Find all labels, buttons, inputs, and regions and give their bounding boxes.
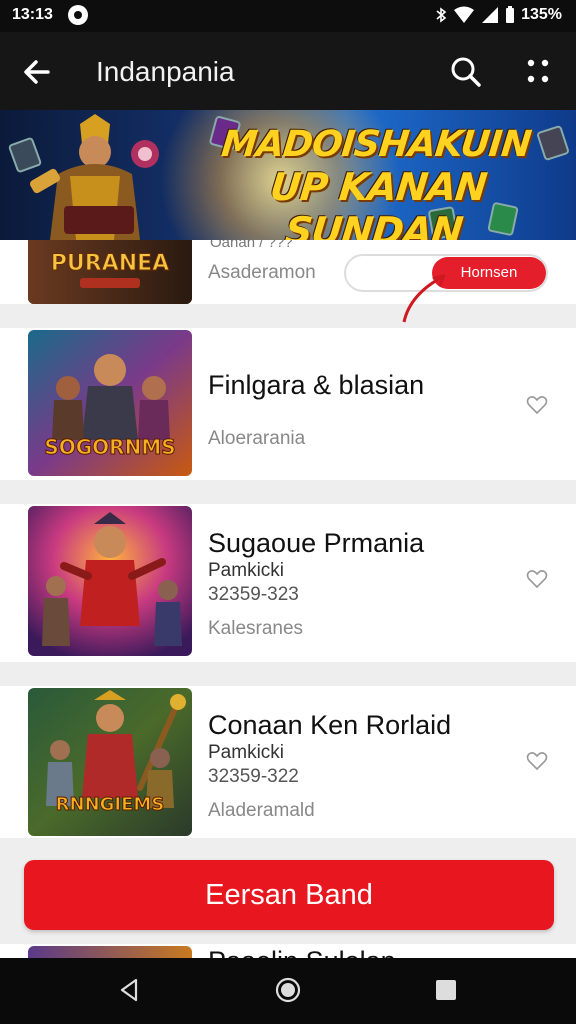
banner-headline: MADOISHAKUIN UP KANAN SUNDAN xyxy=(196,124,556,240)
status-time: 13:13 xyxy=(12,6,53,23)
game-title: Finlgara & blasian xyxy=(208,370,425,400)
game-thumbnail xyxy=(28,506,192,656)
game-thumbnail: PURANEA xyxy=(28,240,192,304)
game-price: 32359-323 xyxy=(208,584,299,605)
search-icon xyxy=(451,57,481,87)
pointer-arrow-icon xyxy=(402,274,446,323)
list-item[interactable]: SOGORNMS Finlgara & blasian Aloerarania xyxy=(0,328,576,480)
list-item[interactable]: PURANEA Oanan / ??? Asaderamon Hornsen xyxy=(0,240,576,323)
game-thumbnail: RNNGIEMS xyxy=(28,688,192,836)
more-vert-icon xyxy=(527,59,549,83)
game-thumbnail xyxy=(28,946,192,958)
list-item[interactable]: Sugaoue Prmania Pamkicki 32359-323 Kales… xyxy=(0,504,576,662)
banner-headline-line1: MADOISHAKUIN xyxy=(219,124,533,165)
game-thumbnail-logo: SOGORNMS xyxy=(44,435,175,459)
game-thumbnail-logo: PURANEA xyxy=(51,251,169,276)
back-button[interactable] xyxy=(18,52,58,92)
more-options-button[interactable] xyxy=(520,52,556,92)
arrow-left-icon xyxy=(24,60,50,84)
nav-back-triangle-icon[interactable] xyxy=(116,976,144,1004)
game-title: Conaan Ken Rorlaid xyxy=(208,710,452,740)
game-status: Asaderamon xyxy=(208,262,316,283)
nav-recent-square-icon[interactable] xyxy=(434,978,458,1002)
game-thumbnail-image: RNNGIEMS xyxy=(28,688,192,836)
game-price: 32359-322 xyxy=(208,766,299,787)
promo-banner[interactable]: MADOISHAKUIN UP KANAN SUNDAN xyxy=(0,110,576,240)
game-thumbnail-image: SOGORNMS xyxy=(28,330,192,476)
game-status: Aloerarania xyxy=(208,428,306,449)
system-nav-bar xyxy=(0,958,576,1024)
game-title: Sugaoue Prmania xyxy=(208,528,425,558)
game-status: Kalesranes xyxy=(208,618,304,639)
banner-hero-illustration xyxy=(29,114,159,240)
game-subtitle: Pamkicki xyxy=(208,560,285,581)
signal-icon xyxy=(482,7,499,23)
wifi-icon xyxy=(454,6,475,23)
search-button[interactable] xyxy=(446,52,486,92)
game-thumbnail-logo: RNNGIEMS xyxy=(56,794,165,815)
game-thumbnail: SOGORNMS xyxy=(28,330,192,476)
notification-icon xyxy=(68,5,88,25)
heart-outline-icon[interactable] xyxy=(526,750,548,772)
heart-outline-icon[interactable] xyxy=(526,394,548,416)
nav-home-circle-icon[interactable] xyxy=(274,976,302,1004)
game-status: Aladeramald xyxy=(208,800,315,821)
banner-headline-line2: UP KANAN SUNDAN xyxy=(268,165,489,240)
game-thumbnail-image: PURANEA xyxy=(28,240,192,304)
list-item[interactable]: Paaelin Sulelan xyxy=(0,944,576,958)
game-price: Oanan / ??? xyxy=(210,240,293,251)
status-indicators: 135% xyxy=(435,6,562,24)
bluetooth-icon xyxy=(436,7,447,23)
page-title: Indanpania xyxy=(96,56,235,87)
status-bar: 13:13 135% xyxy=(0,0,576,32)
battery-icon xyxy=(506,6,515,23)
list-item[interactable]: RNNGIEMS Conaan Ken Rorlaid Pamkicki 323… xyxy=(0,686,576,838)
primary-action-button[interactable]: Eersan Band xyxy=(24,860,554,930)
game-list[interactable]: PURANEA Oanan / ??? Asaderamon Hornsen S… xyxy=(0,240,576,958)
game-subtitle: Pamkicki xyxy=(208,742,285,763)
heart-outline-icon[interactable] xyxy=(526,568,548,590)
battery-percent: 135% xyxy=(521,6,562,23)
app-bar: Indanpania xyxy=(0,32,576,110)
game-title: Paaelin Sulelan xyxy=(208,946,396,958)
game-thumbnail-image xyxy=(28,506,192,656)
